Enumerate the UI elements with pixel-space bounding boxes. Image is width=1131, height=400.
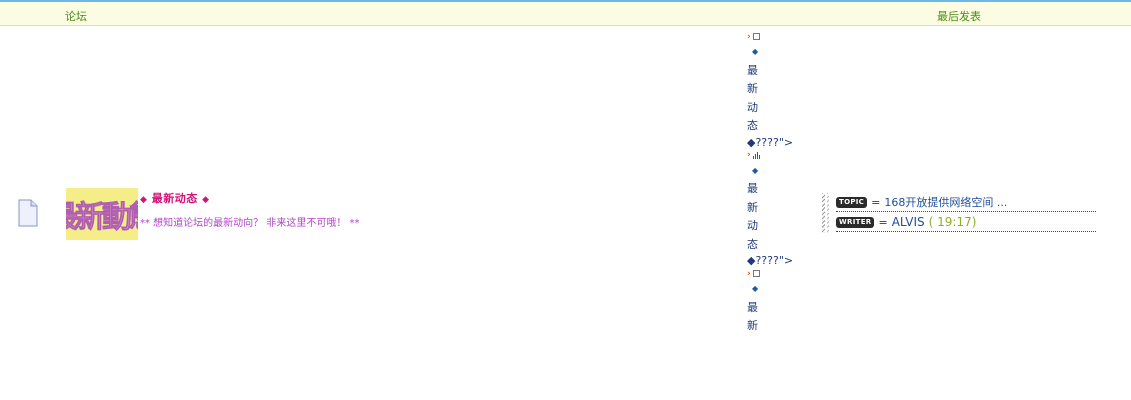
square-icon [752,33,760,40]
writer-equals: = [878,215,888,229]
vertical-char: 态 [747,119,758,132]
decor-stripe [822,193,825,233]
logo-text: 最新動態 [66,200,138,235]
broken-image-icon: › [747,149,807,162]
forum-column-header: 论坛 [65,10,87,23]
arrow-icon: › [747,268,751,279]
broken-attr-text: ◆????"> [747,135,794,149]
vertical-char: 最 [747,182,758,195]
vertical-char: 最 [747,300,758,314]
arrow-icon: › [747,150,751,160]
writer-badge: WRITER [836,216,875,228]
forum-title-link[interactable]: ◆ 最新动态 ◆ [140,190,210,206]
decor-stripe [827,193,829,233]
document-icon [18,199,38,227]
vertical-char: 最 [747,63,758,77]
vertical-char: 新 [747,82,758,95]
broken-attr-text: ◆????"> [747,254,794,267]
diamond-glyph: ◆ [752,47,759,56]
square-icon [752,270,760,277]
forum-description: ** 想知道论坛的最新动向？ 非来这里不可哦！ ** [140,218,360,229]
vertical-char: 新 [747,200,758,214]
title-diamond-right: ◆ [202,195,210,205]
diamond-glyph: ◆ [752,284,759,293]
title-diamond-left: ◆ [140,195,148,205]
vertical-char: 动 [747,219,758,232]
last-post-topic-link[interactable]: 168开放提供网络空间 ... [884,194,1007,210]
vertical-char: 动 [747,100,758,114]
broken-image-icon: › [747,267,807,280]
broken-vertical-text-column: › ◆ 最新动态 ◆????"> › ◆ 最新动态 ◆????"> › ◆ 最新 [747,30,807,336]
forum-logo-image[interactable]: 最新動態 [66,188,138,240]
table-header: 论坛 最后发表 [0,2,1131,26]
topic-badge: TOPIC [836,196,868,208]
arrow-icon: › [747,31,751,42]
last-post-column-header: 最后发表 [937,10,981,23]
bar-chart-icon [752,151,760,159]
vertical-char: 新 [747,319,758,332]
last-post-time: ( 19:17) [928,215,977,229]
last-post-writer-row: WRITER = ALVIS( 19:17) [836,213,1096,232]
broken-image-icon: › [747,30,807,43]
forum-title: 最新动态 [151,192,198,205]
last-post-writer-link[interactable]: ALVIS [892,215,925,229]
topic-equals: = [871,195,881,209]
last-post-topic-row: TOPIC = 168开放提供网络空间 ... [836,193,1096,212]
diamond-glyph: ◆ [752,165,759,175]
last-post-box: TOPIC = 168开放提供网络空间 ... WRITER = ALVIS( … [822,193,1097,233]
vertical-char: 态 [747,237,758,251]
